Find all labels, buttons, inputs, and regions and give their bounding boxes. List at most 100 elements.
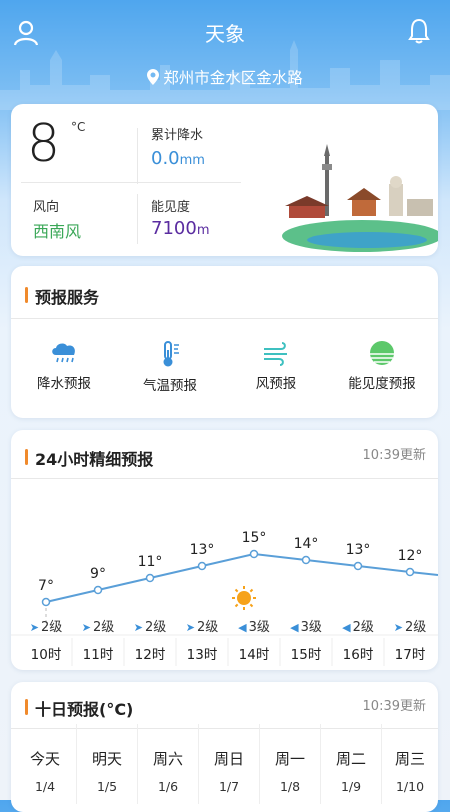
wind-forecast-button[interactable]: 风预报 <box>223 340 329 392</box>
wind-arrow-icon: ◀ <box>342 621 351 634</box>
precip-label: 累计降水 <box>151 128 204 143</box>
section-title: 24小时精细预报 <box>25 446 153 470</box>
temperature-label: 12° <box>398 548 423 564</box>
wind-level: ◀ 2级 <box>331 616 385 635</box>
thermometer-icon <box>163 341 179 367</box>
service-label: 气温预报 <box>143 378 197 394</box>
temperature-point <box>93 585 103 595</box>
hour-label: 14时 <box>238 647 270 663</box>
rain-cloud-icon <box>52 343 75 363</box>
ten-day-forecast-card: 十日预报(°C) 10:39更新 今天 1/4 明天 1/5 周六 1/6 周日 1/7… <box>11 682 438 812</box>
wind-direction-label: 风向 <box>33 200 60 215</box>
day-date: 1/5 <box>96 779 118 794</box>
day-name: 明天 <box>91 750 122 768</box>
temperature-label: 13° <box>190 542 215 558</box>
day-column[interactable]: 周一 1/8 <box>259 724 320 804</box>
temperature-point <box>145 573 155 583</box>
wind-icon <box>264 342 287 366</box>
temperature-label: 14° <box>294 536 319 552</box>
wind-level-text: 2级 <box>196 620 219 635</box>
day-column[interactable]: 周日 1/7 <box>198 724 259 804</box>
location-text: 郑州市金水区金水路 <box>163 69 303 87</box>
wind-arrow-icon: ➤ <box>81 621 91 634</box>
temperature-point <box>197 561 207 571</box>
wind-level: ➤ 2级 <box>71 616 125 635</box>
section-title: 十日预报(°C) <box>25 696 133 720</box>
location-pin-icon <box>147 69 160 85</box>
hour-label: 11时 <box>82 647 114 663</box>
wind-level-text: 2级 <box>144 620 167 635</box>
location-bar[interactable]: 郑州市金水区金水路 <box>0 66 450 88</box>
wind-level: ◀ 3级 <box>279 616 333 635</box>
app-title: 天象 <box>205 22 245 46</box>
day-name: 周三 <box>394 750 425 768</box>
wind-level-text: 2级 <box>40 620 63 635</box>
hour-label: 16时 <box>342 647 374 663</box>
visibility-number: 7100 <box>151 218 197 239</box>
day-date: 1/6 <box>157 779 179 794</box>
precip-number: 0.0 <box>151 148 180 169</box>
wind-level: ◀ 3级 <box>227 616 281 635</box>
hourly-temperature-chart: 7° 9° 11° 13° 15° 14° 13° 12° <box>11 530 438 666</box>
city-landmark-illustration <box>282 144 438 252</box>
wind-level-text: 2级 <box>352 620 374 635</box>
service-label: 风预报 <box>255 376 297 392</box>
day-name: 周日 <box>213 750 244 768</box>
day-column[interactable]: 周二 1/9 <box>320 724 381 804</box>
day-date: 1/10 <box>395 779 425 794</box>
section-title: 预报服务 <box>25 284 99 308</box>
day-column[interactable]: 今天 1/4 <box>15 724 75 804</box>
hourly-forecast-card: 24小时精细预报 10:39更新 7° 9° 11° 13° 15° 14° 13° 12° … <box>11 430 438 670</box>
vertical-divider <box>137 128 138 184</box>
day-name: 周二 <box>335 750 366 768</box>
precip-unit: mm <box>179 153 205 168</box>
wind-level: ➤ 2级 <box>175 616 229 635</box>
day-column[interactable]: 周三 1/10 <box>381 724 438 804</box>
temperature-point <box>41 597 51 607</box>
temperature-label: 7° <box>38 578 54 594</box>
header: 天象 郑州市金水区金水路 <box>0 0 450 110</box>
day-name: 今天 <box>29 750 60 768</box>
wind-direction-value: 西南风 <box>33 222 82 241</box>
visibility-icon <box>370 341 394 365</box>
temperature-label: 11° <box>138 554 163 570</box>
wind-arrow-icon: ➤ <box>393 621 403 634</box>
hour-label: 12时 <box>134 647 166 663</box>
visibility-value: 7100m <box>151 218 209 239</box>
temperature-point <box>405 567 415 577</box>
wind-arrow-icon: ◀ <box>238 621 247 634</box>
hour-label: 10时 <box>30 647 62 663</box>
visibility-forecast-button[interactable]: 能见度预报 <box>329 340 435 392</box>
rain-forecast-button[interactable]: 降水预报 <box>11 340 117 392</box>
wind-arrow-icon: ➤ <box>185 621 195 634</box>
current-temperature: 8 <box>27 114 61 174</box>
day-column[interactable]: 明天 1/5 <box>76 724 137 804</box>
service-label: 能见度预报 <box>348 376 416 392</box>
bell-icon[interactable] <box>408 18 430 44</box>
hour-label: 17时 <box>394 647 426 663</box>
hour-label: 15时 <box>290 647 322 663</box>
current-weather-card: 8 °C 累计降水 0.0mm 风向 西南风 能见度 7100m <box>11 104 438 256</box>
visibility-label: 能见度 <box>151 200 191 215</box>
wind-arrow-icon: ➤ <box>133 621 143 634</box>
update-time: 10:39更新 <box>362 699 426 714</box>
wind-level-text: 3级 <box>248 620 270 635</box>
visibility-unit: m <box>196 223 210 238</box>
temperature-label: 15° <box>242 530 267 546</box>
temperature-label: 13° <box>346 542 371 558</box>
temperature-unit: °C <box>71 120 86 134</box>
forecast-services-card: 预报服务 降水预报 气温预报 风预报 能见度预报 <box>11 266 438 418</box>
temperature-point <box>301 555 311 565</box>
day-date: 1/4 <box>34 779 56 794</box>
vertical-divider <box>137 194 138 244</box>
wind-level: ➤ 2级 <box>123 616 177 635</box>
day-date: 1/9 <box>340 779 362 794</box>
hour-label: 13时 <box>186 647 218 663</box>
temperature-forecast-button[interactable]: 气温预报 <box>117 340 223 394</box>
day-name: 周一 <box>274 750 305 768</box>
wind-arrow-icon: ◀ <box>290 621 299 634</box>
day-date: 1/8 <box>279 779 301 794</box>
wind-arrow-icon: ➤ <box>29 621 39 634</box>
day-column[interactable]: 周六 1/6 <box>137 724 198 804</box>
wind-level-text: 2级 <box>92 620 115 635</box>
